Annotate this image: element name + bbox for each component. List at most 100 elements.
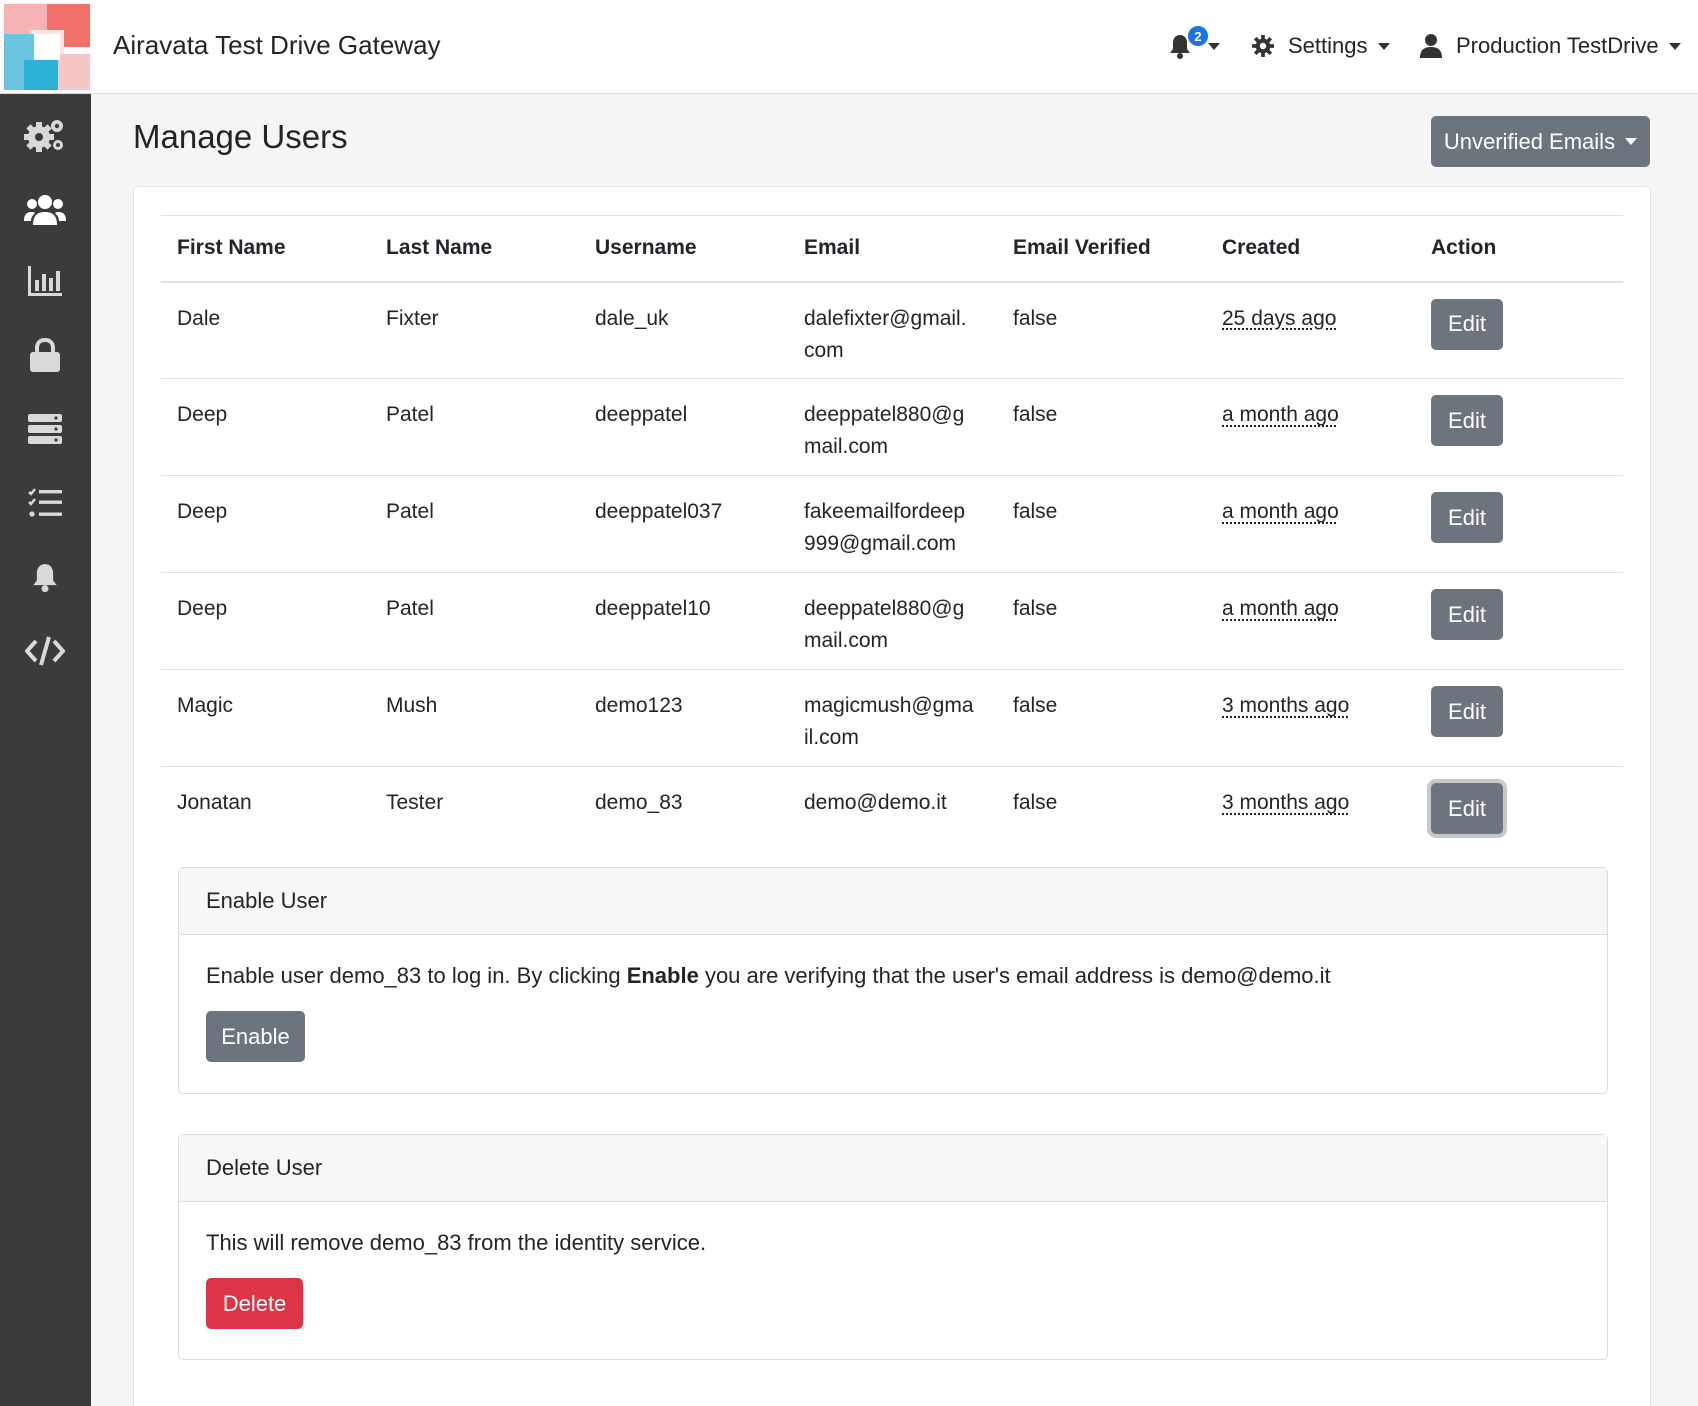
column-header-username: Username: [579, 215, 788, 283]
column-header-first-name: First Name: [161, 215, 370, 283]
enable-user-card: Enable User Enable user demo_83 to log i…: [178, 867, 1608, 1094]
app-title[interactable]: Airavata Test Drive Gateway: [113, 30, 441, 61]
cell-email-verified: false: [997, 669, 1206, 767]
email-line-2: com: [804, 338, 844, 362]
sidebar-item-resources[interactable]: [22, 406, 68, 452]
cell-first-name: Deep: [161, 378, 370, 476]
edit-user-button[interactable]: Edit: [1431, 589, 1503, 640]
cell-last-name: Tester: [386, 791, 444, 814]
notifications-dropdown[interactable]: 2: [1168, 24, 1220, 64]
email-line-1: deeppatel880@g: [804, 597, 965, 620]
created-time: a month ago: [1222, 597, 1339, 620]
gateway-logo-icon[interactable]: [4, 4, 90, 90]
chevron-down-icon: [1377, 42, 1390, 50]
column-header-email: Email: [788, 215, 997, 283]
chevron-down-icon: [1208, 42, 1220, 50]
cell-last-name: Patel: [370, 572, 579, 670]
cell-email-verified: false: [997, 281, 1206, 379]
column-header-last-name: Last Name: [370, 215, 579, 283]
cell-email: demo@demo.it: [788, 767, 997, 864]
notification-count-badge: 2: [1186, 24, 1210, 48]
cell-email: magicmush@gma il.com: [788, 669, 997, 767]
enable-button[interactable]: Enable: [206, 1011, 305, 1062]
edit-user-button[interactable]: Edit: [1431, 783, 1503, 834]
unverified-emails-dropdown-button[interactable]: Unverified Emails: [1431, 116, 1650, 167]
table-row: Deep Patel deeppatel037 fakeemailfordeep…: [161, 475, 1623, 573]
delete-user-description: This will remove demo_83 from the identi…: [206, 1230, 707, 1255]
created-time: a month ago: [1222, 403, 1339, 426]
email-line-2: mail.com: [804, 435, 889, 458]
cell-username: deeppatel: [579, 378, 788, 476]
gears-icon: [24, 120, 63, 152]
user-name-label: Production TestDrive: [1456, 33, 1659, 58]
sidebar: [0, 94, 91, 1406]
cell-created: 3 months ago: [1206, 669, 1415, 767]
unverified-emails-label: Unverified Emails: [1443, 128, 1616, 154]
edit-user-button[interactable]: Edit: [1431, 492, 1503, 543]
chart-icon: [28, 266, 62, 296]
cell-first-name: Magic: [161, 669, 370, 767]
created-time: 25 days ago: [1222, 306, 1337, 330]
created-time: 3 months ago: [1222, 694, 1350, 717]
user-dropdown[interactable]: Production TestDrive: [1420, 28, 1681, 64]
edit-user-button[interactable]: Edit: [1431, 395, 1503, 446]
users-card: First Name Last Name Username Email Emai…: [133, 186, 1651, 1406]
top-navbar: Airavata Test Drive Gateway 2 Settings P…: [0, 0, 1698, 94]
email-line-2: il.com: [804, 726, 859, 749]
cell-first-name: Jonatan: [177, 791, 252, 814]
cell-email: dalefixter@gmail. com: [788, 281, 997, 379]
column-header-email-verified: Email Verified: [997, 215, 1206, 283]
cell-email-verified: false: [997, 378, 1206, 476]
cell-action: Edit: [1415, 378, 1623, 476]
chevron-down-icon: [1625, 138, 1638, 145]
sidebar-item-notifications[interactable]: [22, 554, 68, 600]
edit-user-button[interactable]: Edit: [1431, 298, 1503, 350]
cell-email: deeppatel880@g mail.com: [788, 378, 997, 476]
sidebar-item-security[interactable]: [22, 332, 68, 378]
cell-created: 3 months ago: [1206, 767, 1415, 864]
cell-username: demo123: [579, 669, 788, 767]
created-time: a month ago: [1222, 500, 1339, 523]
settings-dropdown[interactable]: Settings: [1252, 28, 1390, 64]
cell-first-name: Deep: [161, 572, 370, 670]
cell-action: Edit: [1415, 767, 1623, 864]
cell-last-name: Mush: [370, 669, 579, 767]
cell-action: Edit: [1415, 572, 1623, 670]
cell-last-name: Patel: [370, 475, 579, 573]
email-line-1: dalefixter@gmail.: [804, 306, 967, 330]
column-header-action: Action: [1415, 215, 1623, 283]
sidebar-item-users[interactable]: [22, 186, 68, 232]
cell-first-name: Deep: [161, 475, 370, 573]
cell-created: a month ago: [1206, 378, 1415, 476]
sidebar-item-experiments[interactable]: [22, 480, 68, 526]
cell-email: fakeemailfordeep 999@gmail.com: [788, 475, 997, 573]
cell-email: deeppatel880@g mail.com: [788, 572, 997, 670]
table-row: Deep Patel deeppatel10 deeppatel880@g mai…: [161, 572, 1623, 670]
cell-created: a month ago: [1206, 572, 1415, 670]
enable-text-after: you are verifying that the user's email …: [698, 963, 1331, 988]
lock-icon: [30, 338, 60, 372]
delete-user-card-title: Delete User: [179, 1135, 1607, 1202]
cell-email-verified: false: [1013, 791, 1058, 814]
page-title: Manage Users: [133, 118, 348, 155]
gear-icon: [1252, 35, 1274, 57]
cell-username: deeppatel037: [579, 475, 788, 573]
sidebar-item-statistics[interactable]: [22, 258, 68, 304]
enable-user-description: Enable user demo_83 to log in. By clicki…: [206, 963, 1580, 989]
sidebar-item-developers[interactable]: [22, 628, 68, 674]
table-row: Dale Fixter dale_uk dalefixter@gmail. com…: [161, 281, 1623, 379]
cell-created: a month ago: [1206, 475, 1415, 573]
email-line-1: deeppatel880@g: [804, 403, 965, 426]
cell-action: Edit: [1415, 475, 1623, 573]
email-line-1: magicmush@gma: [804, 694, 974, 717]
cell-username: dale_uk: [579, 281, 788, 379]
delete-button[interactable]: Delete: [206, 1278, 303, 1329]
users-table: First Name Last Name Username Email Emai…: [161, 215, 1623, 864]
cell-action: Edit: [1415, 669, 1623, 767]
sidebar-item-settings[interactable]: [22, 112, 68, 158]
tasks-icon: [28, 488, 62, 517]
cell-created: 25 days ago: [1206, 281, 1415, 379]
edit-user-button[interactable]: Edit: [1431, 686, 1503, 737]
cell-email-verified: false: [997, 572, 1206, 670]
code-icon: [25, 636, 65, 666]
